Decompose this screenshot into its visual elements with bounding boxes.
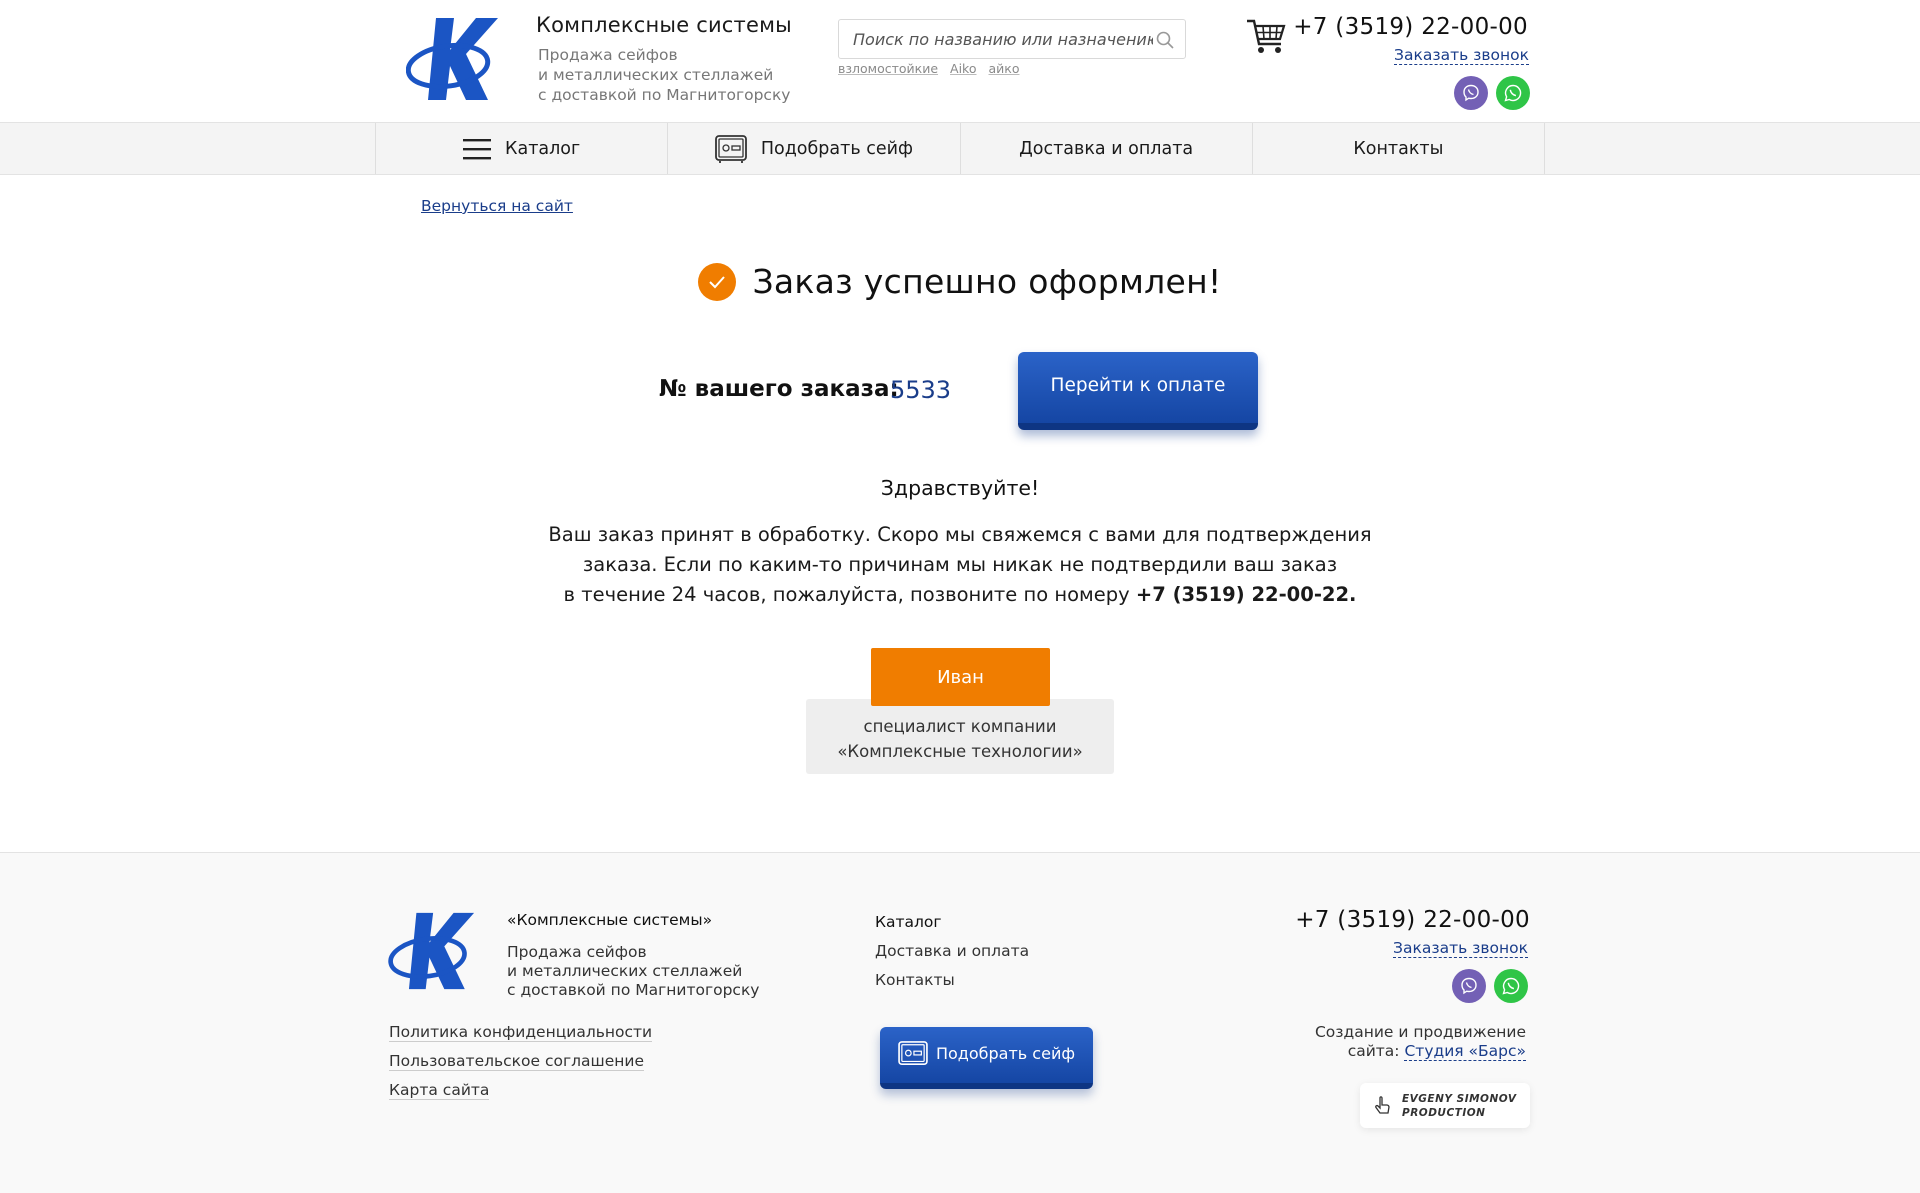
nav-item-label: Контакты	[1353, 138, 1444, 159]
nav-item-label: Подобрать сейф	[760, 138, 913, 159]
search-box	[838, 19, 1186, 59]
footer-nav-delivery[interactable]: Доставка и оплата	[875, 942, 1029, 960]
whatsapp-icon[interactable]	[1494, 969, 1528, 1003]
search-hints: взломостойкие Aiko айко	[838, 61, 1019, 76]
manager-card: специалист компании «Комплексные техноло…	[806, 699, 1114, 774]
search-hint-link[interactable]: взломостойкие	[838, 61, 938, 76]
safe-icon	[714, 134, 747, 163]
order-info-text: Ваш заказ принят в обработку. Скоро мы с…	[530, 520, 1390, 610]
nav-item-contacts[interactable]: Контакты	[1251, 123, 1545, 174]
nav-item-label: Каталог	[505, 138, 581, 159]
info-line: в течение 24 часов, пожалуйста, позвонит…	[563, 583, 1136, 606]
search-icon[interactable]	[1155, 30, 1175, 50]
studio-bars-link[interactable]: Студия «Барс»	[1404, 1042, 1526, 1061]
footer-phone[interactable]: +7 (3519) 22-00-00	[1295, 907, 1530, 933]
company-logo[interactable]	[406, 16, 506, 102]
info-line: заказа. Если по каким-то причинам мы ник…	[582, 553, 1338, 576]
manager-description: специалист компании «Комплексные техноло…	[806, 714, 1114, 764]
brand-sub-line: и металлических стеллажей	[538, 66, 774, 84]
site-header: Комплексные системы Продажа сейфов и мет…	[0, 0, 1920, 122]
brand-title: Комплексные системы	[536, 13, 792, 37]
developer-credit: Создание и продвижение сайта: Студия «Ба…	[1315, 1023, 1526, 1061]
footer-nav-contacts[interactable]: Контакты	[875, 971, 1029, 989]
search-hint-link[interactable]: айко	[989, 61, 1020, 76]
pointer-hand-icon	[1375, 1095, 1390, 1114]
footer-brand-line: и металлических стеллажей	[507, 962, 743, 980]
manager-name: Иван	[871, 648, 1050, 706]
safe-icon	[898, 1040, 928, 1065]
manager-desc-line: «Комплексные технологии»	[837, 742, 1083, 761]
viber-icon[interactable]	[1454, 76, 1488, 110]
footer-brand-line: с доставкой по Магнитогорску	[507, 981, 760, 999]
footer-callback-link[interactable]: Заказать звонок	[1393, 939, 1528, 958]
footer-safe-button-label: Подобрать сейф	[935, 1044, 1076, 1063]
go-to-payment-button[interactable]: Перейти к оплате	[1018, 352, 1258, 430]
user-agreement-link[interactable]: Пользовательское соглашение	[389, 1052, 644, 1071]
sitemap-link[interactable]: Карта сайта	[389, 1081, 490, 1100]
studio-name-line: PRODUCTION	[1402, 1106, 1486, 1119]
nav-item-delivery[interactable]: Доставка и оплата	[959, 123, 1252, 174]
success-title: Заказ успешно оформлен!	[752, 262, 1222, 301]
footer-legal-links: Политика конфиденциальности Пользователь…	[389, 1023, 653, 1110]
footer-logo[interactable]	[388, 911, 482, 991]
success-heading: Заказ успешно оформлен!	[0, 262, 1920, 301]
back-to-site-link[interactable]: Вернуться на сайт	[421, 197, 573, 215]
check-icon	[698, 262, 737, 301]
footer-brand-line: Продажа сейфов	[507, 943, 647, 961]
support-phone: +7 (3519) 22-00-22.	[1135, 583, 1357, 606]
footer-choose-safe-button[interactable]: Подобрать сейф	[880, 1027, 1093, 1089]
whatsapp-icon[interactable]	[1496, 76, 1530, 110]
nav-item-catalog[interactable]: Каталог	[375, 123, 667, 174]
order-number: 5533	[890, 376, 952, 404]
order-number-label: № вашего заказа:	[659, 376, 899, 402]
footer-brand-subtitle: Продажа сейфов и металлических стеллажей…	[507, 943, 787, 1000]
cart-icon[interactable]	[1246, 18, 1286, 56]
studio-name-line: EVGENY SIMONOV	[1402, 1092, 1517, 1105]
manager-desc-line: специалист компании	[863, 717, 1057, 736]
info-line: Ваш заказ принят в обработку. Скоро мы с…	[548, 523, 1372, 546]
footer-brand: «Комплексные системы»	[507, 911, 713, 929]
menu-icon	[463, 138, 492, 159]
main-nav: Каталог Подобрать сейф Доставка и оплата…	[0, 122, 1920, 175]
viber-icon[interactable]	[1452, 969, 1486, 1003]
search-input[interactable]	[853, 20, 1153, 58]
greeting: Здравствуйте!	[880, 476, 1040, 500]
footer-nav-catalog[interactable]: Каталог	[875, 913, 1029, 931]
nav-item-label: Доставка и оплата	[1019, 138, 1194, 159]
search-hint-link[interactable]: Aiko	[950, 61, 976, 76]
callback-link[interactable]: Заказать звонок	[1394, 46, 1529, 65]
privacy-policy-link[interactable]: Политика конфиденциальности	[389, 1023, 653, 1042]
studio-badge[interactable]: EVGENY SIMONOV PRODUCTION	[1360, 1083, 1530, 1128]
header-phone[interactable]: +7 (3519) 22-00-00	[1293, 14, 1528, 40]
site-footer: «Комплексные системы» Продажа сейфов и м…	[0, 852, 1920, 1193]
studio-name: EVGENY SIMONOV PRODUCTION	[1402, 1092, 1516, 1120]
developer-credit-line: сайта:	[1347, 1042, 1405, 1060]
nav-item-choose-safe[interactable]: Подобрать сейф	[667, 123, 959, 174]
brand-subtitle: Продажа сейфов и металлических стеллажей…	[538, 45, 818, 105]
developer-credit-line: Создание и продвижение	[1314, 1023, 1526, 1041]
footer-nav: Каталог Доставка и оплата Контакты	[875, 913, 1029, 1000]
brand-sub-line: Продажа сейфов	[538, 46, 678, 64]
brand-sub-line: с доставкой по Магнитогорску	[538, 86, 791, 104]
